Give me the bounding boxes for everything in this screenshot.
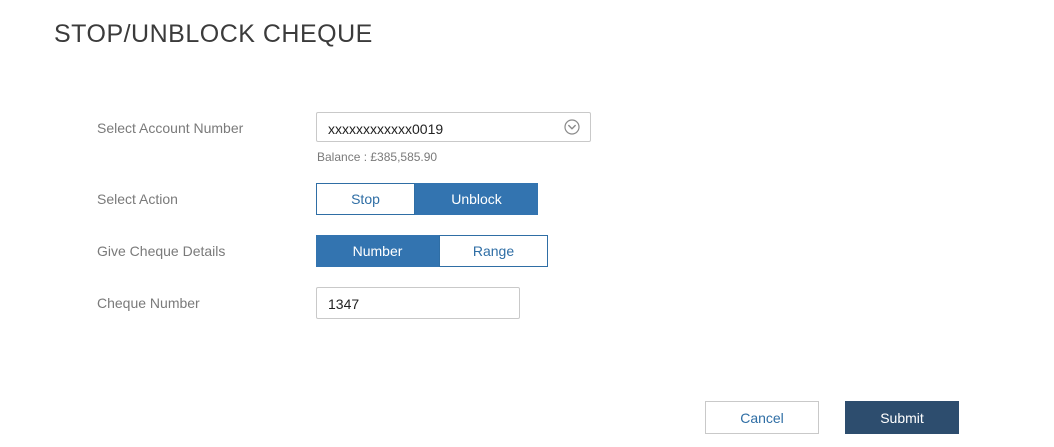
account-number-value: xxxxxxxxxxxx0019: [328, 121, 444, 137]
account-number-label: Select Account Number: [97, 120, 244, 136]
cancel-button[interactable]: Cancel: [705, 401, 819, 434]
cheque-number-value: 1347: [328, 296, 360, 312]
action-toggle-group: Stop Unblock: [316, 183, 538, 215]
cheque-number-label: Cheque Number: [97, 295, 200, 311]
stop-unblock-cheque-page: STOP/UNBLOCK CHEQUE Select Account Numbe…: [0, 0, 1054, 447]
account-number-select[interactable]: xxxxxxxxxxxx0019: [316, 112, 591, 142]
cheque-number-input[interactable]: 1347: [316, 287, 520, 319]
action-stop-button[interactable]: Stop: [316, 183, 415, 215]
cheque-details-toggle-group: Number Range: [316, 235, 548, 267]
chevron-down-circle-icon[interactable]: [564, 119, 580, 135]
details-range-button[interactable]: Range: [439, 235, 548, 267]
cheque-details-label: Give Cheque Details: [97, 243, 226, 259]
action-unblock-button[interactable]: Unblock: [415, 183, 538, 215]
submit-button[interactable]: Submit: [845, 401, 959, 434]
details-number-button[interactable]: Number: [316, 235, 439, 267]
page-title: STOP/UNBLOCK CHEQUE: [54, 20, 373, 48]
account-balance: Balance : £385,585.90: [317, 150, 438, 164]
select-action-label: Select Action: [97, 191, 178, 207]
